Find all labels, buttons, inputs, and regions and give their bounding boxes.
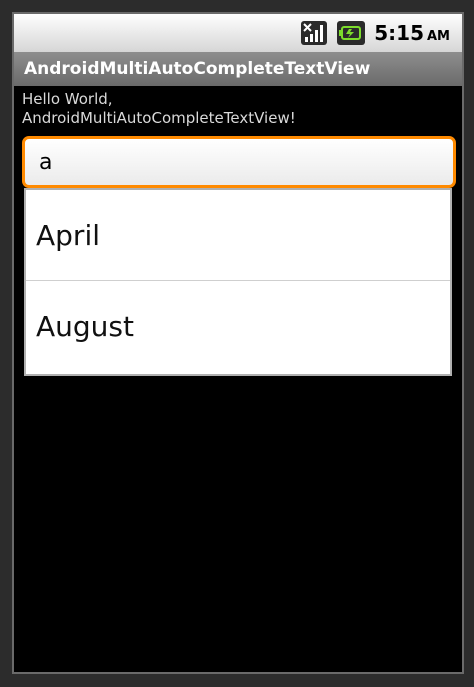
- hello-text: Hello World, AndroidMultiAutoCompleteTex…: [22, 90, 442, 128]
- status-clock: 5:15 AM: [374, 21, 450, 45]
- battery-icon: [336, 20, 366, 46]
- device-screen: 5:15 AM AndroidMultiAutoCompleteTextView …: [12, 12, 464, 674]
- signal-icon: [300, 20, 328, 46]
- suggestion-label: April: [36, 219, 100, 252]
- app-title: AndroidMultiAutoCompleteTextView: [24, 59, 371, 79]
- suggestion-item-april[interactable]: April: [26, 190, 450, 281]
- suggestion-item-august[interactable]: August: [26, 281, 450, 372]
- hello-line-2: AndroidMultiAutoCompleteTextView!: [22, 109, 296, 127]
- clock-time: 5:15: [374, 21, 424, 45]
- hello-line-1: Hello World,: [22, 90, 113, 108]
- clock-ampm: AM: [427, 29, 450, 44]
- status-icons: 5:15 AM: [300, 18, 450, 48]
- suggestion-dropdown: April August: [24, 188, 452, 376]
- suggestion-label: August: [36, 310, 134, 343]
- multi-autocomplete-input[interactable]: [22, 136, 456, 188]
- app-title-bar: AndroidMultiAutoCompleteTextView: [14, 52, 462, 86]
- status-bar: 5:15 AM: [14, 14, 462, 52]
